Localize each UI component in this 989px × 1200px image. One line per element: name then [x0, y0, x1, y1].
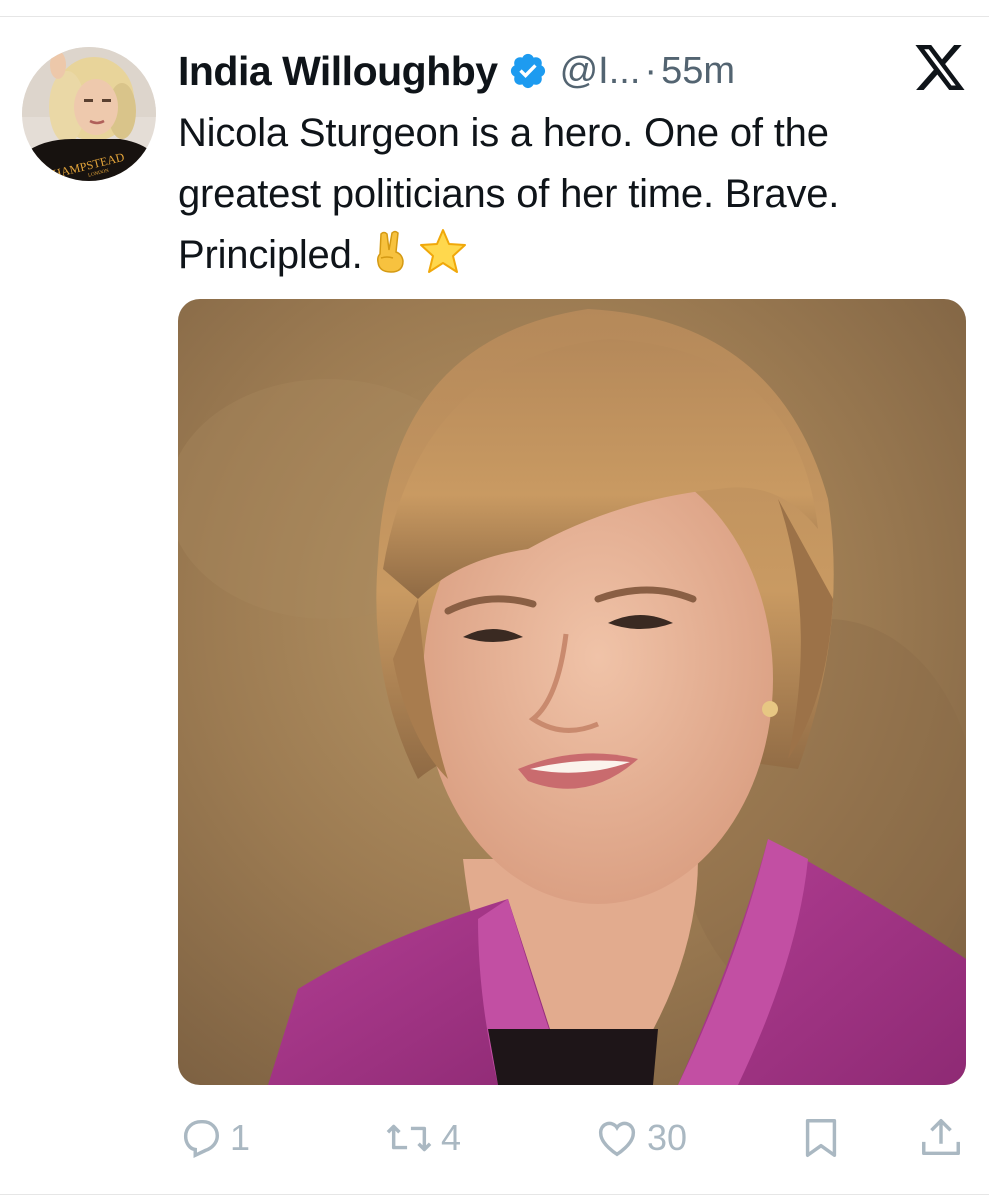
retweet-button[interactable]: 4 [383, 1110, 461, 1166]
share-button[interactable] [918, 1110, 964, 1166]
tweet-text-line: greatest politicians of her time. Brave. [178, 172, 840, 216]
tweet-text-fragment: Principled. [178, 233, 363, 277]
tweet-media-image[interactable] [178, 299, 966, 1085]
bookmark-icon [805, 1119, 837, 1157]
retweet-count: 4 [441, 1117, 462, 1158]
verified-badge-icon [510, 53, 545, 89]
heart-icon [598, 1121, 636, 1157]
tweet-text-line: Nicola Sturgeon is a hero. One of the [178, 111, 829, 155]
reply-icon [183, 1119, 220, 1158]
retweet-icon [386, 1124, 432, 1152]
timestamp[interactable]: 55m [661, 50, 735, 93]
like-count: 30 [647, 1117, 688, 1158]
top-divider [0, 16, 989, 17]
portrait-photo [178, 299, 966, 1085]
tweet-actions: 1 4 30 [178, 1110, 966, 1166]
avatar-photo: HAMPSTEAD LONDON [22, 47, 156, 181]
tweet-text-line: Principled. [178, 225, 968, 292]
reply-count: 1 [230, 1117, 251, 1158]
separator-dot: · [644, 49, 658, 92]
tweet-text: Nicola Sturgeon is a hero. One of the gr… [178, 103, 968, 292]
reply-button[interactable]: 1 [178, 1110, 250, 1166]
star-emoji [419, 228, 467, 292]
share-icon [922, 1119, 960, 1156]
author-name[interactable]: India Willoughby [178, 48, 498, 95]
bottom-divider [0, 1194, 989, 1195]
avatar[interactable]: HAMPSTEAD LONDON [22, 47, 156, 181]
author-handle[interactable]: @I... [560, 50, 641, 93]
like-button[interactable]: 30 [593, 1110, 687, 1166]
tweet-header: India Willoughby @I... · 55m [178, 44, 735, 98]
victory-hand-emoji [371, 230, 411, 292]
bookmark-button[interactable] [798, 1110, 844, 1166]
x-logo-icon[interactable] [915, 45, 965, 90]
